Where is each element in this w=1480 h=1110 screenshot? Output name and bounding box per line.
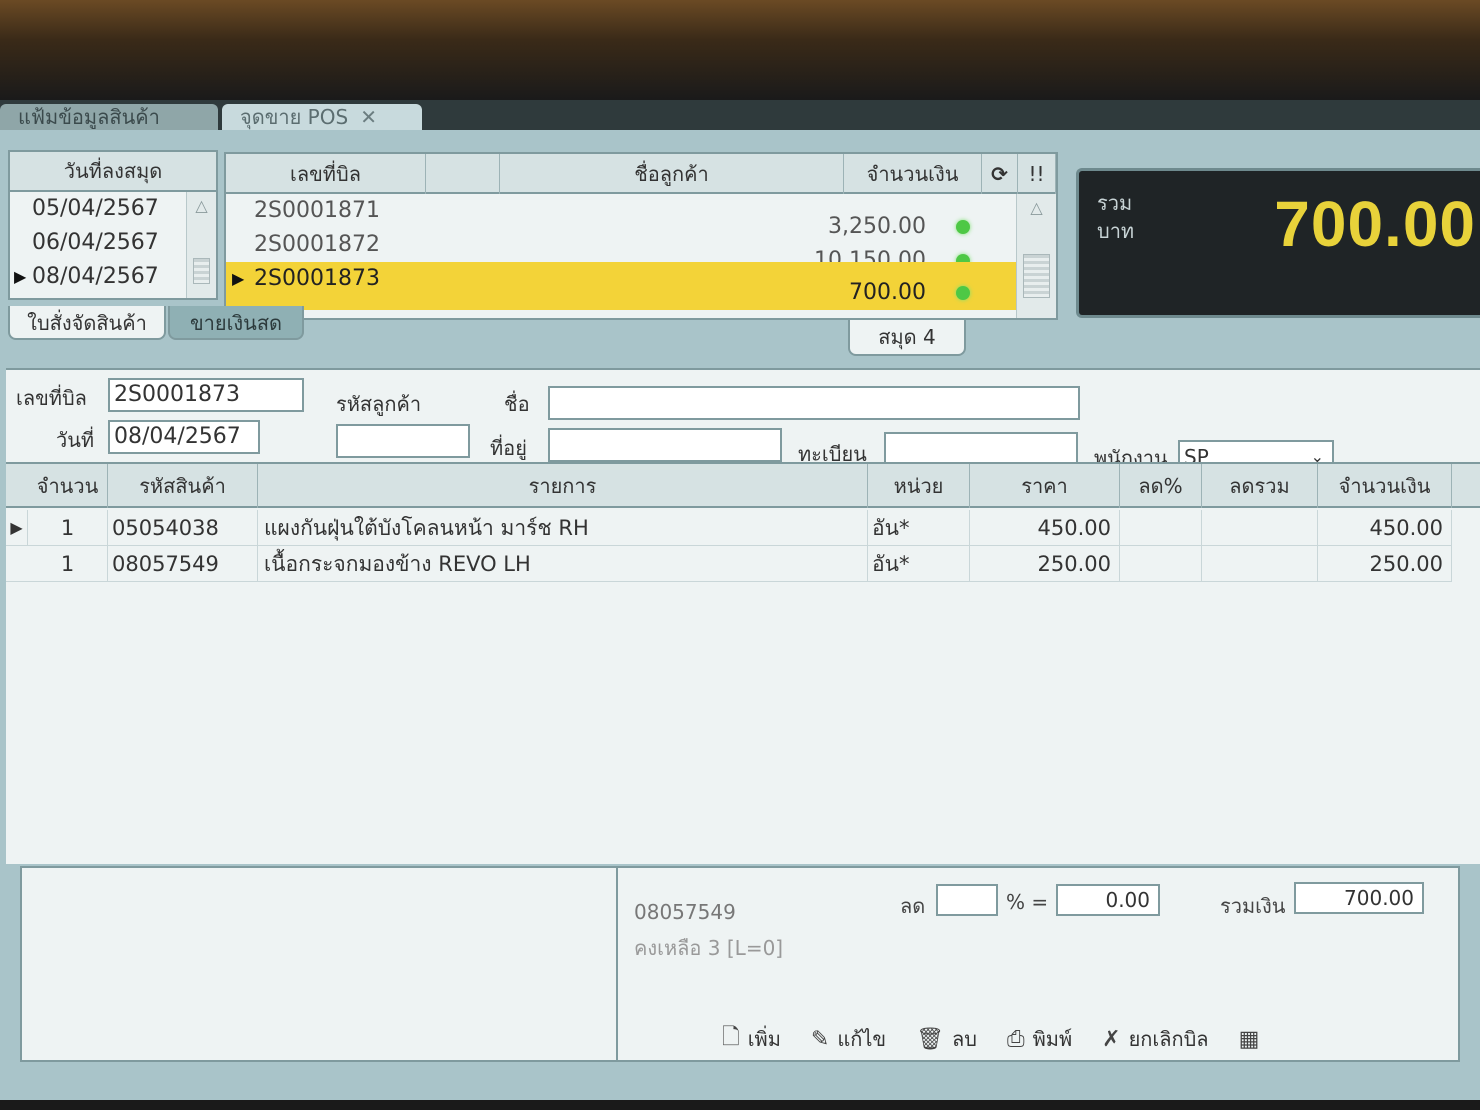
item-row[interactable]: ▶ 1 05054038 แผงกันฝุ่นใต้บังโคลนหน้า มา… [6,510,1452,546]
pct-equals-label: % = [1006,890,1049,914]
total-amount-field[interactable]: 700.00 [1294,882,1424,914]
edit-icon: ✎ [810,1026,830,1052]
bill-list-header: เลขที่บิล ชื่อลูกค้า จำนวนเงิน ⟳ !! [226,154,1056,194]
row-pointer-icon: ▶ [6,510,28,546]
tab-pos[interactable]: จุดขาย POS ✕ [222,104,422,130]
header-bill-no: เลขที่บิล [226,154,426,194]
header-amount: จำนวนเงิน [1318,464,1452,508]
add-button[interactable]: 🗋 เพิ่ม [722,1020,781,1058]
bill-list-scrollbar[interactable]: △ [1016,194,1056,318]
scroll-up-icon[interactable]: △ [1017,198,1056,217]
edit-button[interactable]: ✎ แก้ไข [811,1020,886,1058]
date-label: วันที่ [56,428,95,452]
bill-no-label: เลขที่บิล [16,386,87,410]
tab-strip: แฟ้มข้อมูลสินค้า จุดขาย POS ✕ [0,100,1480,130]
refresh-icon[interactable]: ⟳ [982,154,1018,194]
printer-icon: ⎙ [1006,1026,1025,1052]
item-grid-header: จำนวน รหัสสินค้า รายการ หน่วย ราคา ลด% ล… [6,464,1480,508]
row-pointer-icon: ▶ [14,267,27,286]
total-amount: 700.00 [1274,188,1476,260]
header-amount: จำนวนเงิน [844,154,982,194]
header-customer: ชื่อลูกค้า [500,154,844,194]
item-grid: จำนวน รหัสสินค้า รายการ หน่วย ราคา ลด% ล… [6,462,1480,864]
header-price: ราคา [970,464,1120,508]
header-disc-pct: ลด% [1120,464,1202,508]
header-disc-total: ลดรวม [1202,464,1318,508]
footer-panel: 08057549 คงเหลือ 3 [L=0] ลด % = 0.00 รวม… [20,866,1460,1062]
row-pointer-icon: ▶ [232,269,245,288]
action-toolbar: 🗋 เพิ่ม ✎ แก้ไข 🗑 ลบ ⎙ พิมพ์ ✗ ยกเลิกบิล ▦ [722,1020,1259,1058]
customer-code-label: รหัสลูกค้า [336,392,422,416]
status-dot-icon [956,286,970,300]
book-count-tab: สมุด 4 [848,320,966,356]
trash-icon: 🗑 [916,1026,945,1052]
report-button[interactable]: ▦ [1239,1020,1260,1058]
delete-button[interactable]: 🗑 ลบ [916,1020,977,1058]
tab-cash-sale[interactable]: ขายเงินสด [168,306,304,340]
currency-label: บาท [1097,219,1135,243]
last-scanned-code: 08057549 [634,900,736,924]
footer-note-area [22,868,618,1060]
date-list-panel: วันที่ลงสมุด 05/04/2567 06/04/2567 ▶ 08/0… [8,150,218,300]
total-display: รวม บาท 700.00 [1076,168,1480,318]
bill-row[interactable]: 2S0001872 10,150.00 [226,228,1016,273]
name-label: ชื่อ [504,392,530,416]
bill-no-field[interactable]: 2S0001873 [108,378,304,412]
header-blank [426,154,500,194]
chart-icon: ▦ [1238,1026,1260,1052]
date-field[interactable]: 08/04/2567 [108,420,260,454]
scroll-thumb[interactable] [193,258,210,284]
tab-product-file[interactable]: แฟ้มข้อมูลสินค้า [0,104,218,130]
bill-list-panel: เลขที่บิล ชื่อลูกค้า จำนวนเงิน ⟳ !! 2S00… [224,152,1058,320]
date-list-scrollbar[interactable]: △ [186,192,216,298]
bill-form: เลขที่บิล 2S0001873 วันที่ 08/04/2567 รห… [6,368,1480,474]
cancel-bill-button[interactable]: ✗ ยกเลิกบิล [1102,1020,1208,1058]
new-page-icon: 🗋 [722,1025,740,1050]
cancel-bill-icon: ✗ [1102,1026,1121,1052]
registration-field[interactable] [884,432,1078,466]
scroll-up-icon[interactable]: △ [187,196,216,215]
customer-code-field[interactable] [336,424,470,458]
discount-pct-field[interactable] [936,884,998,916]
date-list-header: วันที่ลงสมุด [10,152,216,192]
alert-icon[interactable]: !! [1018,154,1056,194]
print-button[interactable]: ⎙ พิมพ์ [1007,1020,1072,1058]
total-amount-label: รวมเงิน [1220,894,1286,918]
discount-value-field[interactable]: 0.00 [1056,884,1160,916]
address-field[interactable] [548,428,782,462]
header-code: รหัสสินค้า [108,464,258,508]
item-row[interactable]: 1 08057549 เนื้อกระจกมองข้าง REVO LH อัน… [6,546,1452,582]
discount-label: ลด [900,894,926,918]
scroll-thumb[interactable] [1023,254,1050,298]
bill-row[interactable]: 2S0001871 3,250.00 [226,194,1016,239]
stock-remaining: คงเหลือ 3 [L=0] [634,936,784,960]
header-unit: หน่วย [868,464,970,508]
address-label: ที่อยู่ [490,436,527,460]
bill-row-selected[interactable]: ▶ 2S0001873 700.00 [226,262,1016,310]
tab-order[interactable]: ใบสั่งจัดสินค้า [8,306,166,340]
pos-window: แฟ้มข้อมูลสินค้า จุดขาย POS ✕ วันที่ลงสมุ… [0,100,1480,1100]
close-icon[interactable]: ✕ [360,105,377,129]
header-qty: จำนวน [28,464,108,508]
header-desc: รายการ [258,464,868,508]
name-field[interactable] [548,386,1080,420]
